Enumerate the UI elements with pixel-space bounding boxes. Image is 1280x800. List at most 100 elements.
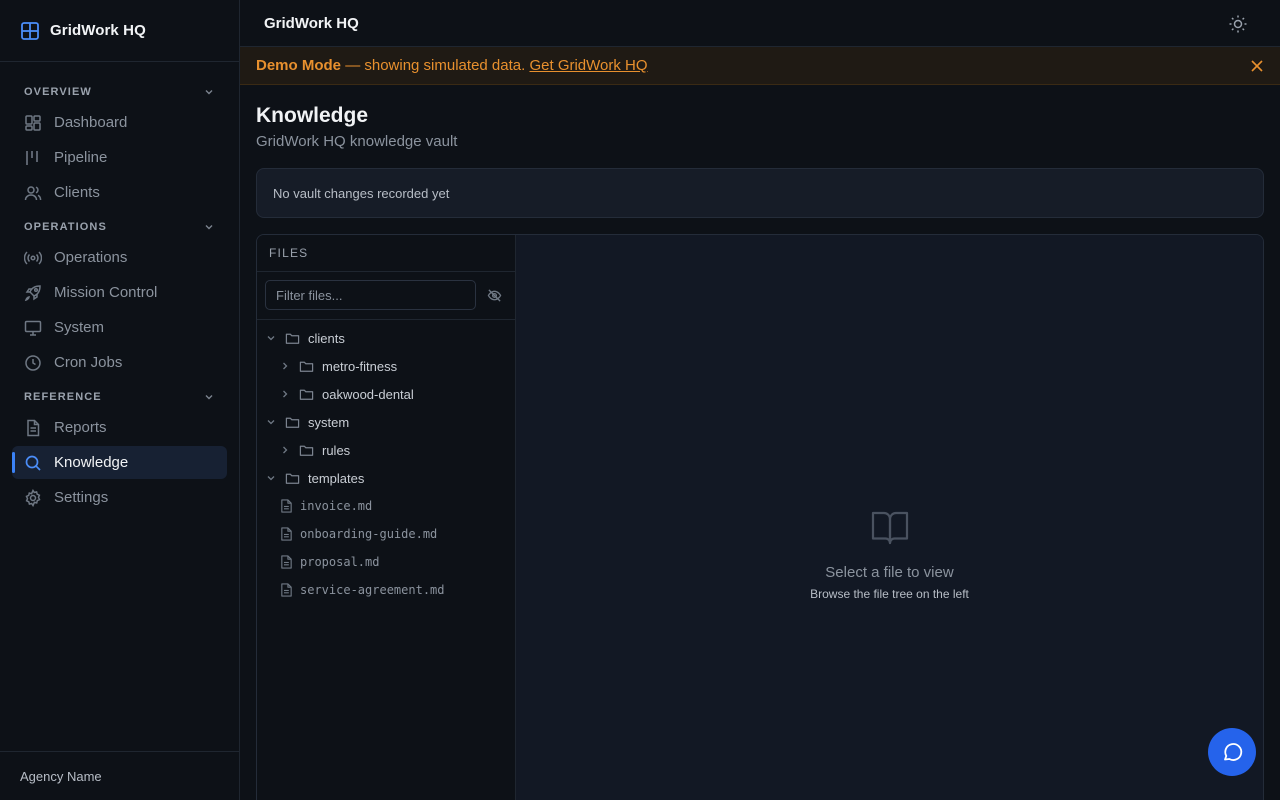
tree-file-invoice.md[interactable]: invoice.md bbox=[257, 492, 515, 520]
folder-icon bbox=[299, 359, 314, 374]
tree-file-label: proposal.md bbox=[300, 555, 380, 569]
page-subtitle: GridWork HQ knowledge vault bbox=[256, 133, 458, 150]
folder-icon bbox=[285, 415, 300, 430]
section-operations-toggle[interactable]: OPERATIONS bbox=[0, 215, 239, 239]
clock-icon bbox=[24, 354, 42, 372]
get-gridwork-link[interactable]: Get GridWork HQ bbox=[529, 57, 647, 74]
file-icon bbox=[280, 555, 293, 569]
sidebar-item-label: Clients bbox=[54, 184, 100, 201]
sidebar-item-settings[interactable]: Settings bbox=[12, 481, 227, 514]
empty-state-title: Select a file to view bbox=[825, 564, 954, 581]
section-title: OPERATIONS bbox=[24, 221, 107, 233]
sidebar-item-reports[interactable]: Reports bbox=[12, 411, 227, 444]
tree-folder-system[interactable]: system bbox=[257, 408, 515, 436]
filter-row bbox=[257, 272, 515, 320]
topbar-title: GridWork HQ bbox=[264, 14, 359, 32]
file-icon bbox=[280, 583, 293, 597]
tree-folder-label: rules bbox=[322, 442, 351, 458]
gear-icon bbox=[24, 488, 42, 507]
monitor-icon bbox=[24, 319, 42, 337]
chevron-down-icon bbox=[203, 391, 215, 403]
sidebar-item-dashboard[interactable]: Dashboard bbox=[12, 106, 227, 139]
users-icon bbox=[24, 184, 42, 202]
filter-files-input[interactable] bbox=[265, 280, 476, 310]
chevron-down-icon[interactable] bbox=[265, 472, 277, 484]
folder-icon bbox=[299, 443, 314, 458]
tree-file-onboarding-guide.md[interactable]: onboarding-guide.md bbox=[257, 520, 515, 548]
section-title: REFERENCE bbox=[24, 391, 102, 403]
section-reference-toggle[interactable]: REFERENCE bbox=[0, 385, 239, 409]
tree-folder-label: oakwood-dental bbox=[322, 386, 414, 402]
tree-folder-label: system bbox=[308, 414, 350, 430]
files-panel: FILES clients metro-fitness oakwood-dental… bbox=[257, 235, 516, 800]
chevron-down-icon bbox=[203, 86, 215, 98]
vault-changes-notice: No vault changes recorded yet bbox=[256, 168, 1264, 218]
sidebar-item-system[interactable]: System bbox=[12, 311, 227, 344]
document-icon bbox=[24, 419, 42, 437]
tree-folder-label: clients bbox=[308, 330, 345, 346]
sidebar-item-knowledge[interactable]: Knowledge bbox=[12, 446, 227, 479]
file-tree: clients metro-fitness oakwood-dental system… bbox=[257, 320, 515, 604]
file-icon bbox=[280, 499, 293, 513]
chevron-down-icon[interactable] bbox=[265, 332, 277, 344]
sidebar-nav: OVERVIEW Dashboard Pipeline Clients OPER… bbox=[0, 62, 239, 514]
broadcast-icon bbox=[24, 249, 42, 267]
folder-icon bbox=[299, 387, 314, 402]
eye-off-icon[interactable] bbox=[487, 288, 502, 303]
demo-mode-label: Demo Mode bbox=[256, 57, 342, 74]
rocket-icon bbox=[24, 284, 42, 302]
tree-folder-clients[interactable]: clients bbox=[257, 324, 515, 352]
chevron-right-icon[interactable] bbox=[279, 360, 291, 372]
section-title: OVERVIEW bbox=[24, 86, 92, 98]
sun-icon[interactable] bbox=[1228, 14, 1248, 34]
sidebar-item-label: Settings bbox=[54, 489, 109, 506]
tree-folder-rules[interactable]: rules bbox=[257, 436, 515, 464]
chevron-right-icon[interactable] bbox=[279, 388, 291, 400]
section-overview-toggle[interactable]: OVERVIEW bbox=[0, 80, 239, 104]
knowledge-workspace: FILES clients metro-fitness oakwood-dental… bbox=[256, 234, 1264, 800]
chat-button[interactable] bbox=[1208, 728, 1256, 776]
demo-message: — showing simulated data. bbox=[345, 57, 526, 74]
tree-file-proposal.md[interactable]: proposal.md bbox=[257, 548, 515, 576]
sidebar-item-label: Cron Jobs bbox=[54, 354, 123, 371]
close-icon[interactable] bbox=[1250, 59, 1264, 73]
sidebar-item-pipeline[interactable]: Pipeline bbox=[12, 141, 227, 174]
folder-icon bbox=[285, 331, 300, 346]
sidebar-item-label: Reports bbox=[54, 419, 107, 436]
sidebar-item-mission-control[interactable]: Mission Control bbox=[12, 276, 227, 309]
tree-folder-oakwood-dental[interactable]: oakwood-dental bbox=[257, 380, 515, 408]
tree-file-label: onboarding-guide.md bbox=[300, 527, 438, 541]
sidebar-item-label: Dashboard bbox=[54, 114, 128, 131]
demo-banner: Demo Mode — showing simulated data. Get … bbox=[240, 47, 1280, 85]
tree-file-label: invoice.md bbox=[300, 499, 373, 513]
sidebar-item-label: Operations bbox=[54, 249, 128, 266]
chevron-down-icon[interactable] bbox=[265, 416, 277, 428]
brand-name: GridWork HQ bbox=[50, 22, 146, 39]
book-open-icon bbox=[870, 508, 910, 546]
chat-bubble-icon bbox=[1221, 741, 1243, 763]
tree-folder-templates[interactable]: templates bbox=[257, 464, 515, 492]
tree-file-service-agreement.md[interactable]: service-agreement.md bbox=[257, 576, 515, 604]
file-viewer: Select a file to view Browse the file tr… bbox=[516, 235, 1263, 800]
sidebar-item-label: System bbox=[54, 319, 105, 336]
dashboard-icon bbox=[24, 114, 42, 132]
empty-state-subtitle: Browse the file tree on the left bbox=[810, 587, 969, 601]
chevron-down-icon bbox=[203, 221, 215, 233]
agency-name: Agency Name bbox=[20, 768, 102, 784]
page-title: Knowledge bbox=[256, 104, 369, 127]
tree-folder-label: metro-fitness bbox=[322, 358, 398, 374]
sidebar-item-cron-jobs[interactable]: Cron Jobs bbox=[12, 346, 227, 379]
sidebar-item-label: Knowledge bbox=[54, 454, 129, 471]
topbar: GridWork HQ bbox=[240, 0, 1280, 47]
files-heading: FILES bbox=[257, 235, 515, 272]
sidebar-footer[interactable]: Agency Name bbox=[0, 751, 239, 800]
notice-text: No vault changes recorded yet bbox=[273, 185, 450, 201]
brand[interactable]: GridWork HQ bbox=[0, 0, 239, 62]
tree-file-label: service-agreement.md bbox=[300, 583, 445, 597]
sidebar-item-clients[interactable]: Clients bbox=[12, 176, 227, 209]
sidebar-item-operations[interactable]: Operations bbox=[12, 241, 227, 274]
tree-folder-metro-fitness[interactable]: metro-fitness bbox=[257, 352, 515, 380]
tree-folder-label: templates bbox=[308, 470, 365, 486]
pipeline-icon bbox=[24, 149, 42, 167]
chevron-right-icon[interactable] bbox=[279, 444, 291, 456]
